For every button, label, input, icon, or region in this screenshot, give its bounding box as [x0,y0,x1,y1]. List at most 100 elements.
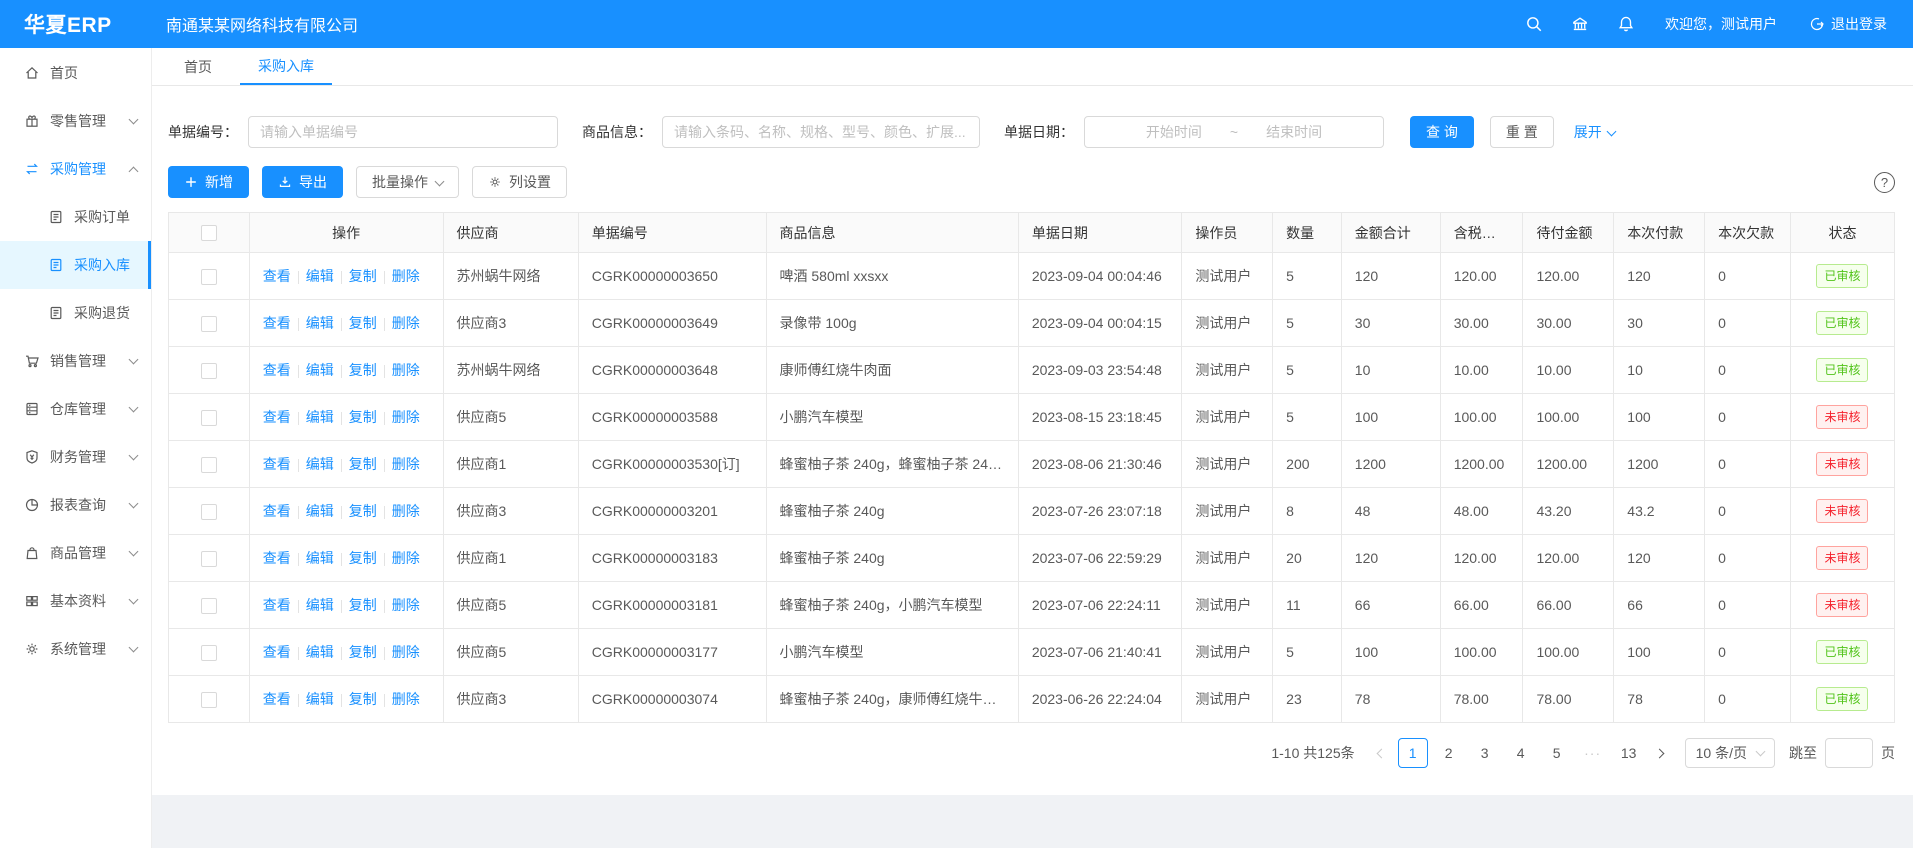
action-edit[interactable]: 编辑 [306,268,334,284]
row-actions: 查看编辑复制删除 [249,253,443,300]
sidebar-item-purchase-return[interactable]: 采购退货 [0,289,151,337]
batch-actions-button[interactable]: 批量操作 [356,166,459,198]
sidebar-item-sales[interactable]: 销售管理 [0,337,151,385]
cell-amount: 10 [1341,347,1440,394]
page-button-1[interactable]: 1 [1398,738,1428,768]
sidebar-item-purchase-order[interactable]: 采购订单 [0,193,151,241]
cell-tax-total: 100.00 [1440,394,1523,441]
action-view[interactable]: 查看 [263,362,291,378]
sidebar-item-home[interactable]: 首页 [0,49,151,97]
row-checkbox[interactable] [201,457,217,473]
action-copy[interactable]: 复制 [349,644,377,660]
cell-supplier: 供应商5 [443,629,578,676]
tab-purchase-inbound[interactable]: 采购入库 [240,48,332,85]
row-checkbox[interactable] [201,363,217,379]
next-page-button[interactable] [1647,738,1673,768]
action-edit[interactable]: 编辑 [306,691,334,707]
row-checkbox[interactable] [201,692,217,708]
page-size-select[interactable]: 10 条/页 [1685,738,1775,768]
action-copy[interactable]: 复制 [349,409,377,425]
page-button-5[interactable]: 5 [1542,738,1572,768]
action-delete[interactable]: 删除 [392,456,420,472]
action-view[interactable]: 查看 [263,691,291,707]
col-tax-total: 含税合计 [1440,213,1523,253]
page-button-2[interactable]: 2 [1434,738,1464,768]
action-view[interactable]: 查看 [263,409,291,425]
sidebar-item-purchase-inbound[interactable]: 采购入库 [0,241,151,289]
action-edit[interactable]: 编辑 [306,362,334,378]
row-checkbox[interactable] [201,269,217,285]
action-delete[interactable]: 删除 [392,597,420,613]
bell-icon[interactable] [1617,15,1635,33]
row-checkbox[interactable] [201,410,217,426]
page-ellipsis[interactable]: ··· [1578,738,1608,768]
date-range-picker[interactable]: 开始时间 ~ 结束时间 [1084,116,1384,148]
sidebar-item-warehouse[interactable]: 仓库管理 [0,385,151,433]
product-info-input[interactable] [662,116,980,148]
select-all-checkbox[interactable] [201,225,217,241]
tab-home[interactable]: 首页 [166,48,230,85]
action-view[interactable]: 查看 [263,268,291,284]
action-copy[interactable]: 复制 [349,691,377,707]
sidebar-item-retail[interactable]: 零售管理 [0,97,151,145]
page-button-13[interactable]: 13 [1614,738,1644,768]
action-edit[interactable]: 编辑 [306,456,334,472]
action-view[interactable]: 查看 [263,315,291,331]
action-view[interactable]: 查看 [263,550,291,566]
status-badge: 未审核 [1816,452,1868,476]
col-amount: 金额合计 [1341,213,1440,253]
expand-link[interactable]: 展开 [1574,122,1615,142]
action-copy[interactable]: 复制 [349,456,377,472]
action-view[interactable]: 查看 [263,597,291,613]
add-button[interactable]: 新增 [168,166,249,198]
action-delete[interactable]: 删除 [392,691,420,707]
action-copy[interactable]: 复制 [349,268,377,284]
bill-no-input[interactable] [248,116,558,148]
sidebar-item-basic-data[interactable]: 基本资料 [0,577,151,625]
action-delete[interactable]: 删除 [392,644,420,660]
action-copy[interactable]: 复制 [349,315,377,331]
action-edit[interactable]: 编辑 [306,597,334,613]
action-delete[interactable]: 删除 [392,503,420,519]
row-checkbox[interactable] [201,645,217,661]
jump-page-input[interactable] [1825,738,1873,768]
platform-icon[interactable] [1571,15,1589,33]
action-copy[interactable]: 复制 [349,362,377,378]
search-icon[interactable] [1525,15,1543,33]
action-copy[interactable]: 复制 [349,503,377,519]
sidebar-item-system[interactable]: 系统管理 [0,625,151,673]
action-copy[interactable]: 复制 [349,597,377,613]
row-checkbox[interactable] [201,316,217,332]
action-edit[interactable]: 编辑 [306,503,334,519]
action-delete[interactable]: 删除 [392,315,420,331]
action-view[interactable]: 查看 [263,644,291,660]
export-button[interactable]: 导出 [262,166,343,198]
action-edit[interactable]: 编辑 [306,644,334,660]
page-button-3[interactable]: 3 [1470,738,1500,768]
sidebar-item-goods[interactable]: 商品管理 [0,529,151,577]
row-checkbox[interactable] [201,551,217,567]
action-edit[interactable]: 编辑 [306,550,334,566]
action-edit[interactable]: 编辑 [306,409,334,425]
action-delete[interactable]: 删除 [392,268,420,284]
action-delete[interactable]: 删除 [392,409,420,425]
search-button[interactable]: 查 询 [1410,116,1474,148]
reset-button[interactable]: 重 置 [1490,116,1554,148]
action-edit[interactable]: 编辑 [306,315,334,331]
row-checkbox[interactable] [201,504,217,520]
column-settings-button[interactable]: 列设置 [472,166,567,198]
sidebar-item-reports[interactable]: 报表查询 [0,481,151,529]
action-view[interactable]: 查看 [263,456,291,472]
prev-page-button[interactable] [1369,738,1395,768]
logout-button[interactable]: 退出登录 [1809,14,1887,34]
action-copy[interactable]: 复制 [349,550,377,566]
sidebar-item-purchase[interactable]: 采购管理 [0,145,151,193]
action-delete[interactable]: 删除 [392,362,420,378]
sidebar-item-finance[interactable]: 财务管理 [0,433,151,481]
action-view[interactable]: 查看 [263,503,291,519]
app-logo[interactable]: 华夏ERP [0,9,152,39]
action-delete[interactable]: 删除 [392,550,420,566]
page-button-4[interactable]: 4 [1506,738,1536,768]
row-checkbox[interactable] [201,598,217,614]
help-icon[interactable]: ? [1874,172,1895,193]
